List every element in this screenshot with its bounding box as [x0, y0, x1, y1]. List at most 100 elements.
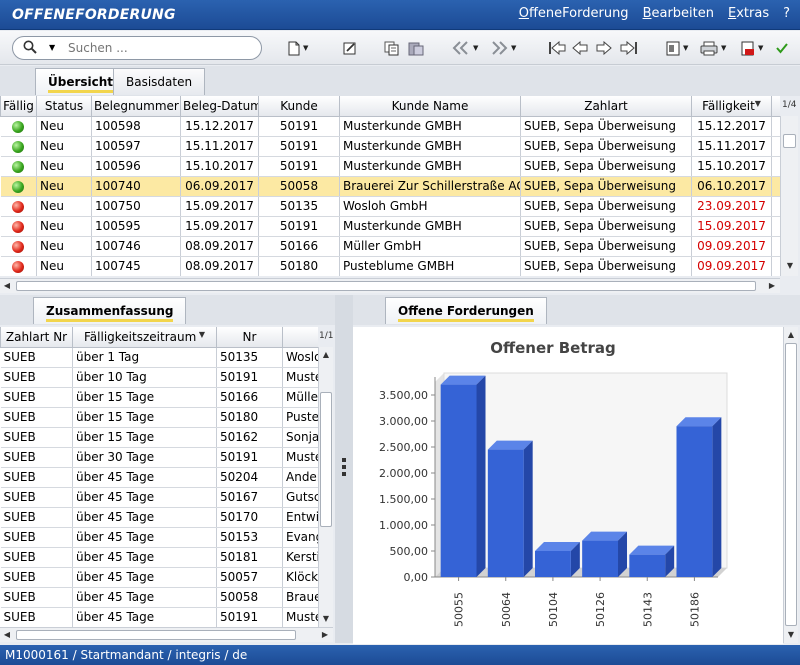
- top-grid-vscroll-thumb[interactable]: [783, 134, 796, 148]
- table-row[interactable]: SUEBüber 15 Tage50166Müller: [0, 387, 318, 408]
- summary-hscrollbar[interactable]: ◀ ▶: [0, 627, 333, 642]
- chart-scroll-down[interactable]: ▼: [784, 628, 798, 642]
- col-belegnummer[interactable]: Belegnummer: [91, 96, 181, 117]
- menu-extras[interactable]: Extras: [728, 6, 769, 21]
- new-dropdown-icon[interactable]: ▼: [303, 44, 308, 52]
- top-grid-vscrollbar[interactable]: ▼: [780, 116, 798, 276]
- col-nr[interactable]: Nr: [216, 327, 283, 348]
- col-faellig[interactable]: Fällig: [0, 96, 37, 117]
- jump-back-dropdown-icon[interactable]: ▼: [473, 44, 478, 52]
- export-dropdown-icon[interactable]: ▼: [683, 44, 688, 52]
- menu-help[interactable]: ?: [783, 6, 790, 21]
- summary-scroll-left[interactable]: ◀: [0, 628, 14, 642]
- chart-vscroll-thumb[interactable]: [785, 343, 797, 626]
- menu-offeneforderung[interactable]: OffeneForderung: [519, 6, 629, 21]
- table-row[interactable]: SUEBüber 1 Tag50135Wosloh: [0, 347, 318, 368]
- col-status[interactable]: Status: [36, 96, 92, 117]
- summary-scroll-right[interactable]: ▶: [318, 628, 332, 642]
- table-row[interactable]: Neu 100746 08.09.2017 50166 Müller GmbH SUEB,…: [0, 236, 780, 257]
- table-row[interactable]: SUEBüber 45 Tage50057Klöckner: [0, 567, 318, 588]
- top-grid-scroll-left[interactable]: ◀: [0, 279, 14, 293]
- table-row[interactable]: SUEBüber 15 Tage50180Pusteblume: [0, 407, 318, 428]
- search-input[interactable]: [68, 39, 253, 57]
- panel-splitter[interactable]: [335, 295, 353, 643]
- tab-zusammenfassung[interactable]: Zusammenfassung: [33, 297, 187, 324]
- pdf-button[interactable]: ▼: [741, 39, 763, 57]
- search-dropdown-icon[interactable]: ▼: [49, 43, 55, 52]
- cell-faelligkeit: 09.09.2017: [691, 236, 772, 257]
- pdf-dropdown-icon[interactable]: ▼: [758, 44, 763, 52]
- next-record-button[interactable]: [596, 39, 612, 57]
- first-record-button[interactable]: [548, 39, 566, 57]
- col-faelligkeit[interactable]: Fälligkeit▼: [691, 96, 772, 117]
- table-row[interactable]: Neu 100595 15.09.2017 50191 Musterkunde GMBH…: [0, 216, 780, 237]
- top-grid-hscroll-thumb[interactable]: [16, 281, 756, 291]
- table-row[interactable]: Neu 100740 06.09.2017 50058 Brauerei Zur Sch…: [0, 176, 780, 197]
- menu-bearbeiten[interactable]: Bearbeiten: [643, 6, 714, 21]
- search-icon[interactable]: [23, 40, 37, 54]
- left-tab-strip: Zusammenfassung: [0, 295, 335, 325]
- col-zahlart-nr[interactable]: Zahlart Nr: [0, 327, 73, 348]
- tab-basisdaten[interactable]: Basisdaten: [113, 68, 206, 95]
- table-row[interactable]: SUEBüber 45 Tage50204Anders: [0, 467, 318, 488]
- jump-forward-button[interactable]: ▼: [490, 39, 516, 57]
- cell-kunde-name: Musterkunde GMBH: [339, 116, 521, 137]
- paste-button[interactable]: [408, 39, 424, 57]
- table-row[interactable]: SUEBüber 45 Tage50191Musterkunde: [0, 607, 318, 627]
- print-button[interactable]: ▼: [700, 39, 726, 57]
- confirm-button[interactable]: [776, 39, 788, 57]
- col-kunde[interactable]: Kunde: [258, 96, 340, 117]
- cell-belegnummer: 100740: [91, 176, 181, 197]
- cell-zahlart-nr: SUEB: [0, 527, 73, 548]
- summary-hscroll-thumb[interactable]: [16, 630, 296, 640]
- prev-record-button[interactable]: [572, 39, 588, 57]
- table-row[interactable]: Neu 100750 15.09.2017 50135 Wosloh GmbH SUEB,…: [0, 196, 780, 217]
- table-row[interactable]: Neu 100596 15.10.2017 50191 Musterkunde GMBH…: [0, 156, 780, 177]
- table-row[interactable]: SUEBüber 30 Tage50191Musterkunde: [0, 447, 318, 468]
- table-row[interactable]: SUEBüber 45 Tage50058Brauerei: [0, 587, 318, 608]
- cell-belegnummer: 100750: [91, 196, 181, 217]
- table-row[interactable]: SUEBüber 10 Tag50191Musterkunde: [0, 367, 318, 388]
- search-box[interactable]: ▼: [12, 36, 262, 60]
- chart-vscrollbar[interactable]: ▲ ▼: [783, 327, 798, 643]
- tab-offene-forderungen[interactable]: Offene Forderungen: [385, 297, 547, 324]
- cell-faelligkeit: 15.11.2017: [691, 136, 772, 157]
- double-left-icon: [452, 41, 468, 55]
- table-row[interactable]: SUEB über 15 Tage 50162 Sonja: [0, 427, 318, 448]
- table-row[interactable]: Neu 100745 08.09.2017 50180 Pusteblume GMBH S…: [0, 256, 780, 276]
- col-name[interactable]: [282, 327, 318, 348]
- cell-nr: 50153: [216, 527, 283, 548]
- copy-button[interactable]: [384, 39, 400, 57]
- table-row[interactable]: SUEBüber 45 Tage50167Gutschein: [0, 487, 318, 508]
- print-dropdown-icon[interactable]: ▼: [721, 44, 726, 52]
- top-grid-hscrollbar[interactable]: ◀ ▶: [0, 278, 780, 293]
- table-row[interactable]: SUEBüber 45 Tage50170Entwicklung: [0, 507, 318, 528]
- cell-faelligkeitszeitraum: über 45 Tage: [72, 547, 217, 568]
- summary-scroll-up[interactable]: ▲: [319, 348, 333, 362]
- jump-back-button[interactable]: ▼: [452, 39, 478, 57]
- cell-faelligkeit: 23.09.2017: [691, 196, 772, 217]
- edit-button[interactable]: [343, 39, 357, 57]
- col-faelligkeitszeitraum[interactable]: Fälligkeitszeitraum ▼: [72, 327, 217, 348]
- top-grid-scroll-down[interactable]: ▼: [783, 259, 797, 273]
- new-button[interactable]: ▼: [288, 39, 308, 57]
- summary-vscroll-thumb[interactable]: [320, 392, 332, 527]
- col-kunde-name[interactable]: Kunde Name: [339, 96, 521, 117]
- export-button[interactable]: ▼: [666, 39, 688, 57]
- col-zahlart[interactable]: Zahlart: [520, 96, 692, 117]
- summary-vscrollbar[interactable]: ▲ ▼: [318, 347, 333, 627]
- table-row[interactable]: SUEBüber 45 Tage50153Evangelisch: [0, 527, 318, 548]
- cell-belegnummer: 100595: [91, 216, 181, 237]
- last-record-button[interactable]: [620, 39, 638, 57]
- table-row[interactable]: Neu 100598 15.12.2017 50191 Musterkunde GMBH…: [0, 116, 780, 137]
- cell-faelligkeitszeitraum: über 45 Tage: [72, 567, 217, 588]
- table-row[interactable]: SUEBüber 45 Tage50181Kerstin: [0, 547, 318, 568]
- filter-icon[interactable]: ▼: [755, 99, 761, 108]
- table-row[interactable]: Neu 100597 15.11.2017 50191 Musterkunde GMBH…: [0, 136, 780, 157]
- filter-icon[interactable]: ▼: [196, 330, 205, 339]
- jump-forward-dropdown-icon[interactable]: ▼: [511, 44, 516, 52]
- col-beleg-datum[interactable]: Beleg-Datum: [180, 96, 259, 117]
- chart-scroll-up[interactable]: ▲: [784, 328, 798, 342]
- summary-scroll-down[interactable]: ▼: [319, 612, 333, 626]
- top-grid-scroll-right[interactable]: ▶: [765, 279, 779, 293]
